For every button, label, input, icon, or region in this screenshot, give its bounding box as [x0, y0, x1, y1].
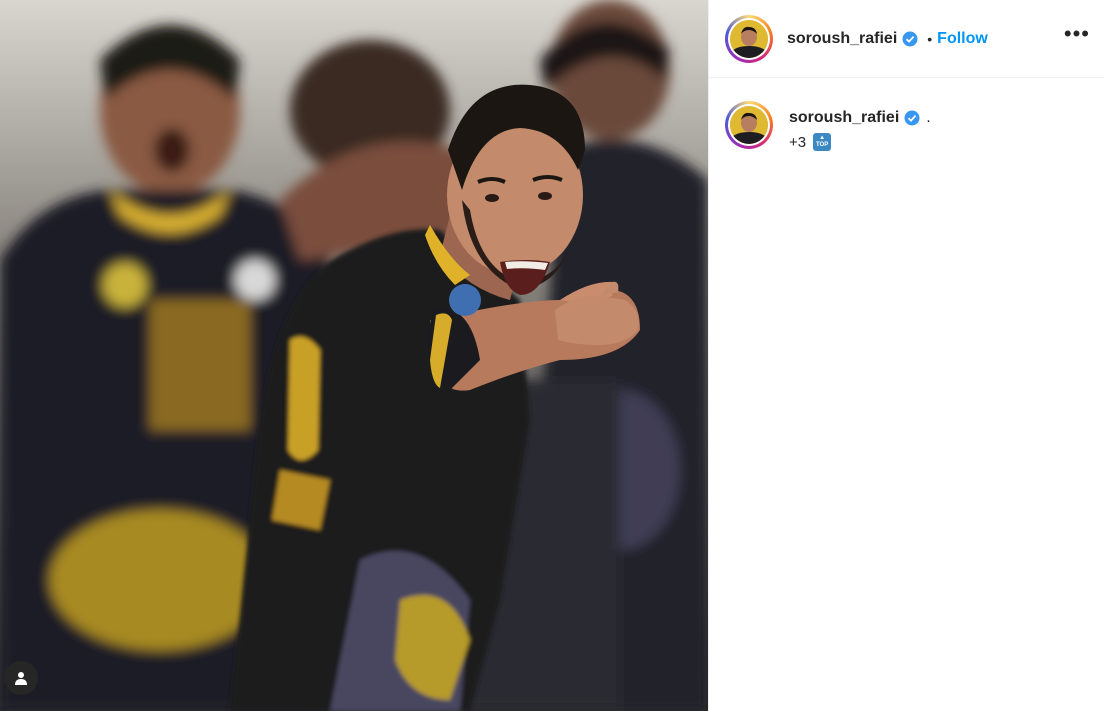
- caption: soroush_rafiei . +3 ▲ TOP: [709, 78, 1104, 151]
- caption-username[interactable]: soroush_rafiei: [789, 109, 899, 127]
- more-options-icon[interactable]: •••: [1064, 23, 1090, 45]
- follow-button[interactable]: Follow: [937, 30, 988, 48]
- author-username[interactable]: soroush_rafiei: [787, 30, 897, 48]
- caption-avatar[interactable]: [725, 101, 773, 149]
- separator-dot: •: [927, 30, 933, 47]
- user-icon: [14, 671, 28, 685]
- tagged-users-button[interactable]: [4, 661, 38, 695]
- verified-badge-icon: [904, 110, 920, 126]
- verified-badge-icon: [902, 31, 918, 47]
- post-header: soroush_rafiei • Follow •••: [709, 0, 1104, 78]
- top-emoji-label: TOP: [815, 142, 829, 148]
- top-arrow-emoji: ▲ TOP: [813, 133, 832, 151]
- post-side-panel: soroush_rafiei • Follow ••• soroush_rafi…: [708, 0, 1104, 711]
- caption-line2: +3: [789, 133, 807, 151]
- caption-avatar-photo: [730, 106, 768, 144]
- author-avatar[interactable]: [725, 14, 773, 63]
- post-image[interactable]: [0, 0, 708, 711]
- avatar-photo: [730, 19, 768, 58]
- post-photo: [0, 0, 708, 711]
- caption-text: .: [926, 109, 931, 126]
